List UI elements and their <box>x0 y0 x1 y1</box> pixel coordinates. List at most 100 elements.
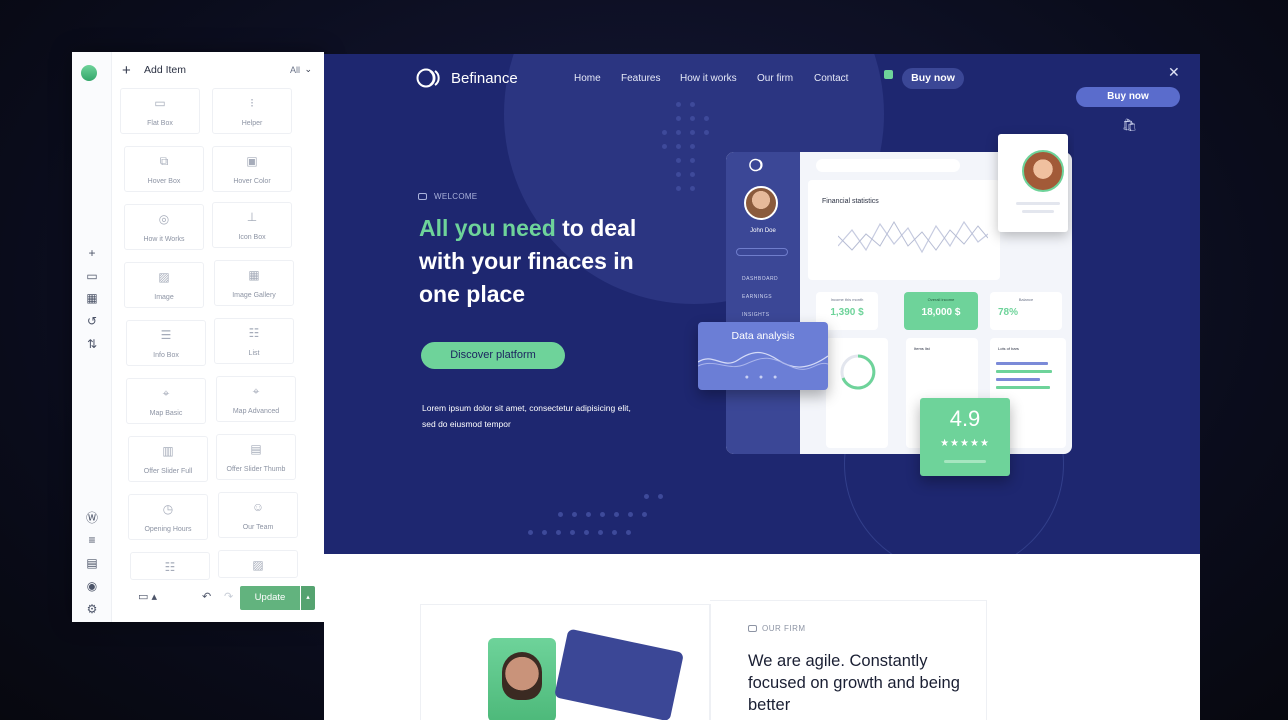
image-gallery-icon: ▦ <box>248 268 260 282</box>
tile-helper[interactable]: ⁝ Helper <box>212 88 292 134</box>
map-pin-icon: ⌖ <box>162 386 170 400</box>
gear-icon[interactable]: ⚙ <box>84 601 100 617</box>
how-it-works-icon: ◎ <box>158 212 170 226</box>
settings-sliders-icon[interactable]: ≡ <box>84 532 100 548</box>
tile-opening-hours[interactable]: ◷ Opening Hours <box>128 494 208 540</box>
dashboard-menu-item: DASHBOARD <box>742 276 779 282</box>
kpi-value: 78% <box>998 307 1019 318</box>
statistics-line-chart <box>838 220 988 254</box>
tile-hover-color[interactable]: ▣ Hover Color <box>212 146 292 192</box>
dashboard-sidebar: John Doe DASHBOARD EARNINGS INSIGHTS <box>726 152 800 454</box>
brand-name[interactable]: Befinance <box>451 70 518 87</box>
welcome-icon <box>418 193 427 200</box>
gauge-card <box>826 338 888 448</box>
box-title: Items list <box>914 346 930 351</box>
map-pin-icon: ⌖ <box>252 384 260 398</box>
profile-card <box>998 134 1068 232</box>
filter-select[interactable]: All <box>290 65 300 75</box>
rating-value: 4.9 <box>949 406 981 431</box>
tile-image-gallery[interactable]: ▦ Image Gallery <box>214 260 294 306</box>
kpi-label: Overall income <box>927 297 955 302</box>
tile-flat-box[interactable]: ▭ Flat Box <box>120 88 200 134</box>
tile-icon-box[interactable]: ⊥ Icon Box <box>212 202 292 248</box>
dashboard-menu-item: EARNINGS <box>742 294 773 300</box>
export-icon[interactable]: ▤ <box>84 555 100 571</box>
nav-contact[interactable]: Contact <box>814 73 848 84</box>
sort-icon[interactable]: ⇅ <box>84 336 100 352</box>
discover-platform-button[interactable]: Discover platform <box>421 342 565 369</box>
tile-info-box[interactable]: ☰ Info Box <box>126 320 206 366</box>
history-icon[interactable]: ↺ <box>84 313 100 329</box>
kpi-balance: Balance 78% <box>990 292 1062 330</box>
rating-stars: ★★★★★ <box>940 438 990 449</box>
hero-description: Lorem ipsum dolor sit amet, consectetur … <box>422 403 631 429</box>
side-buy-now-button[interactable]: Buy now <box>1076 87 1180 107</box>
befinance-logo-icon[interactable] <box>416 68 446 88</box>
hover-box-icon: ⧉ <box>159 154 169 168</box>
headline-highlight: All you need <box>419 215 556 241</box>
update-button[interactable]: Update <box>240 586 300 610</box>
profile-line <box>1022 210 1054 213</box>
cart-icon[interactable]: 🛍 <box>1122 118 1137 132</box>
tile-label: Opening Hours <box>144 526 192 533</box>
helper-icon: ⁝ <box>250 96 254 110</box>
tile-label: Icon Box <box>238 234 266 241</box>
redo-icon[interactable]: ↷ <box>224 590 233 603</box>
nav-our-firm[interactable]: Our firm <box>757 73 793 84</box>
tile-partial[interactable]: ☷ <box>130 552 210 580</box>
tile-label: Info Box <box>153 352 179 359</box>
icon-box-icon: ⊥ <box>246 210 258 224</box>
divider <box>710 604 711 720</box>
our-firm-eyebrow: OUR FIRM <box>762 624 806 633</box>
tile-how-it-works[interactable]: ◎ How it Works <box>124 204 204 250</box>
our-firm-icon <box>748 625 757 632</box>
chevron-down-icon[interactable]: ⌄ <box>304 64 312 75</box>
tile-map-basic[interactable]: ⌖ Map Basic <box>126 378 206 424</box>
offer-slider-full-icon: ▥ <box>162 444 174 458</box>
tile-image[interactable]: ▨ Image <box>124 262 204 308</box>
nav-badge-icon <box>884 70 893 79</box>
tile-label: Our Team <box>242 524 274 531</box>
welcome-eyebrow: WELCOME <box>434 192 478 201</box>
builder-footer: ▭ ▴ ↶ ↷ Update ▴ <box>112 578 324 622</box>
tile-offer-slider-full[interactable]: ▥ Offer Slider Full <box>128 436 208 482</box>
tile-map-advanced[interactable]: ⌖ Map Advanced <box>216 376 296 422</box>
tile-label: How it Works <box>143 236 185 243</box>
tile-list[interactable]: ☷ List <box>214 318 294 364</box>
tile-offer-slider-thumb[interactable]: ▤ Offer Slider Thumb <box>216 434 296 480</box>
tile-label: Image Gallery <box>232 292 276 299</box>
flat-box-icon: ▭ <box>154 96 166 110</box>
preview-eye-icon[interactable]: ◉ <box>84 578 100 594</box>
page-builder-panel: + ▭ ▦ ↺ ⇅ Ⓦ ≡ ▤ ◉ ⚙ + Add Item All ⌄ ▭ F… <box>72 52 324 622</box>
nav-how-it-works[interactable]: How it works <box>680 73 737 84</box>
add-item-title: Add Item <box>144 64 187 76</box>
tile-partial[interactable]: ▨ <box>218 550 298 578</box>
nav-features[interactable]: Features <box>621 73 660 84</box>
kpi-overall-income: Overall income 18,000 $ <box>904 292 978 330</box>
buy-now-button[interactable]: Buy now <box>902 68 964 89</box>
undo-icon[interactable]: ↶ <box>202 590 211 603</box>
add-icon[interactable]: + <box>84 245 100 261</box>
builder-tool-rail: + ▭ ▦ ↺ ⇅ Ⓦ ≡ ▤ ◉ ⚙ <box>72 52 112 622</box>
plus-icon[interactable]: + <box>122 62 131 79</box>
sections-icon[interactable]: ▦ <box>84 290 100 306</box>
layout-icon[interactable]: ▭ <box>84 268 100 284</box>
gauge-chart <box>840 354 876 390</box>
offer-slider-thumb-icon: ▤ <box>250 442 262 456</box>
person-face <box>502 652 542 700</box>
clock-icon: ◷ <box>162 502 174 516</box>
avatar <box>744 186 778 220</box>
tile-our-team[interactable]: ☺ Our Team <box>218 492 298 538</box>
close-icon[interactable]: ✕ <box>1168 64 1180 81</box>
builder-logo-icon <box>81 65 97 81</box>
wordpress-icon[interactable]: Ⓦ <box>84 510 100 526</box>
tile-label: Offer Slider Thumb <box>226 466 286 473</box>
mobile-menu-panel: ✕ Buy now 🛍 <box>1064 54 1200 614</box>
update-options-button[interactable]: ▴ <box>301 586 315 610</box>
nav-home[interactable]: Home <box>574 73 601 84</box>
device-preview-icon[interactable]: ▭ ▴ <box>138 590 157 603</box>
info-box-icon: ☰ <box>160 328 172 342</box>
tile-label: Helper <box>241 120 263 127</box>
tile-hover-box[interactable]: ⧉ Hover Box <box>124 146 204 192</box>
dashboard-menu-item: INSIGHTS <box>742 312 770 318</box>
